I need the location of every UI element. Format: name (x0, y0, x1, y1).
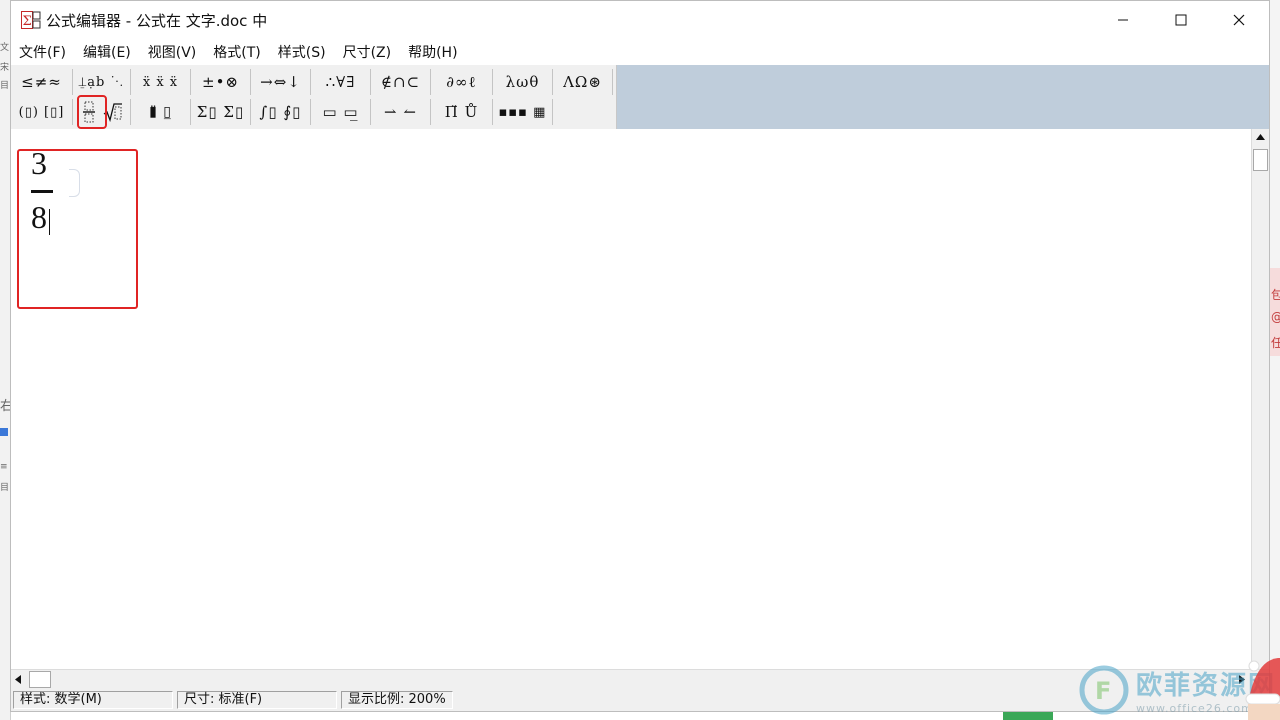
equation-editor-window: Σ 公式编辑器 - 公式在 文字.doc 中 文件(F) 编辑(E) 视图(V)… (10, 0, 1270, 712)
set-theory-symbols-button[interactable]: ∉∩⊂ (371, 69, 431, 95)
maximize-icon (1175, 14, 1187, 26)
vertical-scroll-thumb[interactable] (1253, 149, 1268, 171)
spaces-ellipses-button[interactable]: ⍊ạb ⋱ (73, 69, 131, 95)
underbar-overbar-templates-icon: ▭ ▭̲ (322, 103, 359, 121)
maximize-button[interactable] (1152, 1, 1210, 39)
menu-size[interactable]: 尺寸(Z) (343, 42, 400, 62)
integral-templates-button[interactable]: ∫▯ ∮▯ (251, 99, 311, 125)
menu-file[interactable]: 文件(F) (19, 42, 74, 62)
products-set-theory-templates-icon: Π̈ Ů (444, 103, 479, 121)
operator-symbols-button[interactable]: ±•⊗ (191, 69, 251, 95)
vertical-scrollbar[interactable] (1251, 129, 1269, 669)
arrow-symbols-button[interactable]: →⇔↓ (251, 69, 311, 95)
subscript-superscript-templates-button[interactable]: ▮̈ ▯̲ (131, 99, 191, 125)
fence-templates-icon: (▯) [▯] (18, 104, 65, 120)
set-theory-symbols-icon: ∉∩⊂ (380, 73, 421, 91)
products-set-theory-templates-button[interactable]: Π̈ Ů (431, 99, 493, 125)
menu-view[interactable]: 视图(V) (148, 42, 205, 62)
summation-templates-icon: Σ▯ Σ▯ (196, 103, 245, 121)
background-taskbar-accent (1003, 712, 1053, 720)
greek-lowercase-button[interactable]: λωθ (493, 69, 553, 95)
equation-editing-area[interactable]: 3 8 (11, 129, 1251, 669)
equation-highlight-box (17, 149, 138, 309)
background-window-right: 包 @ 任 (1270, 0, 1280, 720)
toolbar-area: ≤≠≈ ⍊ạb ⋱ ẍ ẍ ẍ ±•⊗ →⇔↓ ∴∀∃ ∉∩⊂ ∂∞ℓ λωθ … (11, 65, 1269, 129)
labeled-arrow-templates-button[interactable]: ⇀ ↼ (371, 99, 431, 125)
logical-symbols-button[interactable]: ∴∀∃ (311, 69, 371, 95)
matrix-templates-button[interactable]: ▪▪▪ ▦ (493, 99, 553, 125)
summation-templates-button[interactable]: Σ▯ Σ▯ (191, 99, 251, 125)
close-button[interactable] (1210, 1, 1268, 39)
integral-templates-icon: ∫▯ ∮▯ (259, 103, 302, 121)
matrix-templates-icon: ▪▪▪ ▦ (498, 104, 547, 120)
minimize-icon (1118, 19, 1128, 21)
close-icon (1233, 14, 1245, 26)
menu-edit[interactable]: 编辑(E) (83, 42, 139, 62)
misc-symbols-button[interactable]: ∂∞ℓ (431, 69, 493, 95)
logical-symbols-icon: ∴∀∃ (325, 73, 356, 91)
menu-help[interactable]: 帮助(H) (408, 42, 465, 62)
menu-format[interactable]: 格式(T) (213, 42, 268, 62)
fence-templates-button[interactable]: (▯) [▯] (11, 99, 73, 125)
window-title: 公式编辑器 - 公式在 文字.doc 中 (46, 12, 268, 30)
symbol-palette-row: ≤≠≈ ⍊ạb ⋱ ẍ ẍ ẍ ±•⊗ →⇔↓ ∴∀∃ ∉∩⊂ ∂∞ℓ λωθ … (11, 67, 616, 97)
title-bar[interactable]: Σ 公式编辑器 - 公式在 文字.doc 中 (11, 1, 1269, 39)
svg-text:F: F (1095, 677, 1111, 705)
watermark-logo-icon: F (1079, 665, 1129, 715)
relational-symbols-icon: ≤≠≈ (21, 73, 62, 91)
status-zoom: 显示比例: 200% (341, 691, 453, 709)
menu-style[interactable]: 样式(S) (278, 42, 334, 62)
embellishments-button[interactable]: ẍ ẍ ẍ (131, 69, 191, 95)
status-style: 样式: 数学(M) (13, 691, 173, 709)
horizontal-scroll-thumb[interactable] (29, 671, 51, 688)
scroll-up-icon[interactable] (1256, 134, 1265, 140)
underbar-overbar-templates-button[interactable]: ▭ ▭̲ (311, 99, 371, 125)
embellishments-icon: ẍ ẍ ẍ (142, 74, 179, 90)
scroll-left-icon[interactable] (15, 675, 21, 684)
spaces-ellipses-icon: ⍊ạb ⋱ (78, 74, 125, 90)
equation-app-icon: Σ (21, 11, 41, 29)
relational-symbols-button[interactable]: ≤≠≈ (11, 69, 73, 95)
minimize-button[interactable] (1094, 1, 1152, 39)
operator-symbols-icon: ±•⊗ (202, 73, 239, 91)
arrow-symbols-icon: →⇔↓ (260, 73, 301, 91)
labeled-arrow-templates-icon: ⇀ ↼ (384, 103, 417, 121)
menu-bar: 文件(F) 编辑(E) 视图(V) 格式(T) 样式(S) 尺寸(Z) 帮助(H… (11, 39, 1269, 65)
misc-symbols-icon: ∂∞ℓ (446, 72, 477, 91)
greek-uppercase-button[interactable]: ΛΩ⊛ (553, 69, 613, 95)
status-size: 尺寸: 标准(F) (177, 691, 337, 709)
svg-text:Σ: Σ (23, 14, 32, 29)
greek-lowercase-icon: λωθ (505, 73, 540, 91)
greek-uppercase-icon: ΛΩ⊛ (563, 73, 602, 91)
fraction-tool-highlight (77, 95, 107, 129)
santa-hat-icon (1245, 658, 1280, 720)
subscript-superscript-templates-icon: ▮̈ ▯̲ (149, 104, 172, 120)
